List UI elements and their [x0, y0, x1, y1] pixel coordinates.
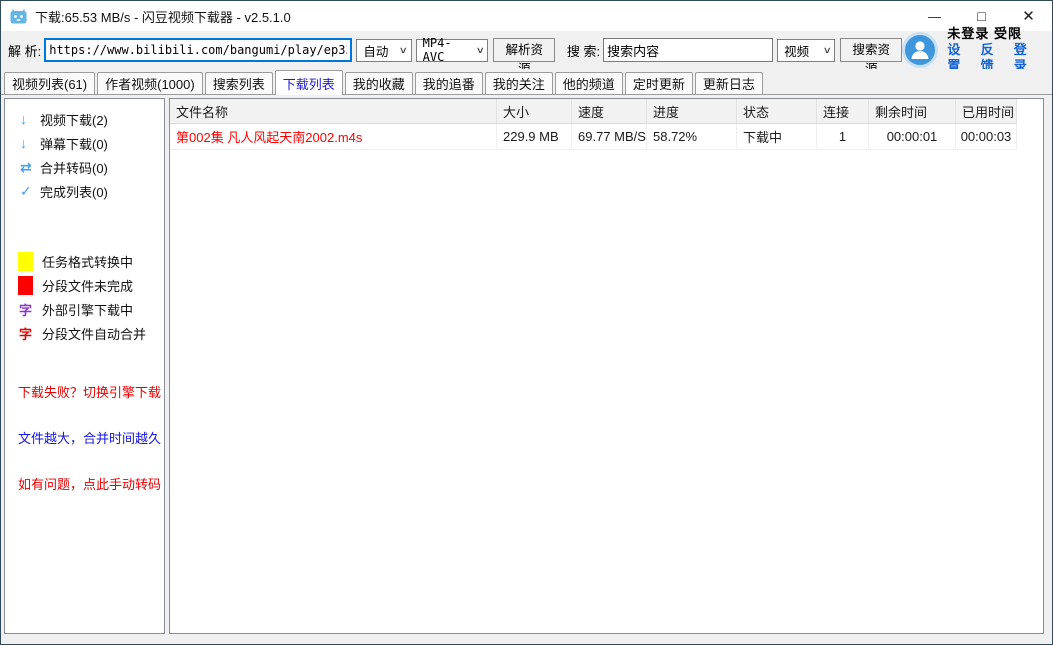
tab-author-videos[interactable]: 作者视频(1000): [97, 72, 203, 94]
sidebar-item-danmaku-download[interactable]: ↓ 弹幕下载(0): [5, 131, 164, 155]
app-window: 下载:65.53 MB/s - 闪豆视频下载器 - v2.5.1.0 — □ ✕…: [0, 0, 1053, 645]
sidebar-item-label: 完成列表(0): [40, 182, 108, 201]
legend-item-segment-incomplete: 分段文件未完成: [5, 273, 164, 297]
search-label: 搜 索:: [567, 41, 600, 60]
table-row[interactable]: 第002集 凡人风起天南2002.m4s 229.9 MB 69.77 MB/S…: [170, 124, 1043, 150]
sidebar-item-completed-list[interactable]: ✓ 完成列表(0): [5, 179, 164, 203]
tab-my-bangumi[interactable]: 我的追番: [415, 72, 483, 94]
login-status: 未登录 受限: [947, 26, 1038, 42]
column-header-elapsed[interactable]: 已用时间: [956, 99, 1017, 124]
sidebar-item-label: 合并转码(0): [40, 158, 108, 177]
account-area: 未登录 受限 设置 反馈 登录: [902, 26, 1052, 74]
cell-speed: 69.77 MB/S: [572, 124, 647, 150]
tab-scheduled-update[interactable]: 定时更新: [625, 72, 693, 94]
parse-label: 解 析:: [8, 41, 41, 60]
legend-item-converting: 任务格式转换中: [5, 249, 164, 273]
purple-char-icon: 字: [18, 300, 33, 319]
hint-merge-time: 文件越大，合并时间越久: [18, 428, 164, 447]
column-header-remaining[interactable]: 剩余时间: [869, 99, 956, 124]
app-icon: [10, 9, 27, 24]
sidebar: ↓ 视频下载(2) ↓ 弹幕下载(0) ⇄ 合并转码(0) ✓ 完成列表(0) …: [4, 98, 165, 634]
search-input[interactable]: [603, 38, 773, 62]
tab-video-list[interactable]: 视频列表(61): [4, 72, 95, 94]
type-select[interactable]: 视频 ∨: [777, 39, 835, 62]
format-select[interactable]: MP4-AVC ∨: [416, 39, 489, 62]
titlebar: 下载:65.53 MB/s - 闪豆视频下载器 - v2.5.1.0 — □ ✕: [1, 1, 1052, 31]
mode-select-value: 自动: [363, 41, 388, 60]
window-title: 下载:65.53 MB/s - 闪豆视频下载器 - v2.5.1.0: [35, 7, 291, 26]
red-char-icon: 字: [18, 324, 33, 343]
cell-remaining: 00:00:01: [869, 124, 956, 150]
cell-elapsed: 00:00:03: [956, 124, 1017, 150]
format-select-value: MP4-AVC: [423, 36, 471, 64]
download-arrow-icon: ↓: [20, 111, 40, 127]
tab-my-favorites[interactable]: 我的收藏: [345, 72, 413, 94]
legend-item-external-engine: 字 外部引擎下载中: [5, 297, 164, 321]
chevron-down-icon: ∨: [399, 45, 408, 56]
cell-filename: 第002集 凡人风起天南2002.m4s: [170, 124, 497, 150]
tab-my-follows[interactable]: 我的关注: [485, 72, 553, 94]
download-table: 文件名称 大小 速度 进度 状态 连接 剩余时间 已用时间 第002集 凡人风起…: [169, 98, 1044, 634]
sidebar-item-merge-transcode[interactable]: ⇄ 合并转码(0): [5, 155, 164, 179]
red-swatch: [18, 276, 33, 295]
table-header: 文件名称 大小 速度 进度 状态 连接 剩余时间 已用时间: [170, 99, 1043, 124]
hint-manual-transcode[interactable]: 如有问题，点此手动转码: [18, 474, 164, 493]
tab-search-list[interactable]: 搜索列表: [205, 72, 273, 94]
search-resource-button[interactable]: 搜索资源: [840, 38, 902, 62]
sidebar-item-video-download[interactable]: ↓ 视频下载(2): [5, 107, 164, 131]
column-header-progress[interactable]: 进度: [647, 99, 737, 124]
sidebar-item-label: 视频下载(2): [40, 110, 108, 129]
column-header-size[interactable]: 大小: [497, 99, 572, 124]
column-header-status[interactable]: 状态: [737, 99, 817, 124]
column-header-filename[interactable]: 文件名称: [170, 99, 497, 124]
cell-progress: 58.72%: [647, 124, 737, 150]
legend-item-auto-merge: 字 分段文件自动合并: [5, 321, 164, 345]
url-input[interactable]: [44, 38, 352, 62]
hint-switch-engine[interactable]: 下载失败？切换引擎下载: [18, 382, 164, 401]
column-header-connections[interactable]: 连接: [817, 99, 869, 124]
cell-status: 下载中: [737, 124, 817, 150]
chevron-down-icon: ∨: [475, 45, 484, 56]
tab-changelog[interactable]: 更新日志: [695, 72, 763, 94]
status-legend: 任务格式转换中 分段文件未完成 字 外部引擎下载中 字 分段文件自动合并: [5, 249, 164, 345]
cell-connections: 1: [817, 124, 869, 150]
column-header-speed[interactable]: 速度: [572, 99, 647, 124]
tab-his-channel[interactable]: 他的频道: [555, 72, 623, 94]
check-icon: ✓: [20, 183, 40, 200]
swap-arrows-icon: ⇄: [20, 159, 40, 176]
cell-size: 229.9 MB: [497, 124, 572, 150]
type-select-value: 视频: [784, 41, 809, 60]
parse-resource-button[interactable]: 解析资源: [493, 38, 555, 62]
tab-strip: 视频列表(61) 作者视频(1000) 搜索列表 下载列表 我的收藏 我的追番 …: [1, 69, 1052, 95]
tab-download-list[interactable]: 下载列表: [275, 70, 343, 95]
toolbar: 解 析: 自动 ∨ MP4-AVC ∨ 解析资源 搜 索: 视频 ∨ 搜索资源: [1, 31, 1052, 69]
sidebar-hints: 下载失败？切换引擎下载 文件越大，合并时间越久 如有问题，点此手动转码: [5, 382, 164, 493]
avatar-icon[interactable]: [902, 32, 938, 68]
mode-select[interactable]: 自动 ∨: [356, 39, 411, 62]
yellow-swatch: [18, 252, 33, 271]
content-area: ↓ 视频下载(2) ↓ 弹幕下载(0) ⇄ 合并转码(0) ✓ 完成列表(0) …: [1, 95, 1052, 644]
sidebar-item-label: 弹幕下载(0): [40, 134, 108, 153]
chevron-down-icon: ∨: [822, 45, 831, 56]
download-arrow-icon: ↓: [20, 135, 40, 151]
